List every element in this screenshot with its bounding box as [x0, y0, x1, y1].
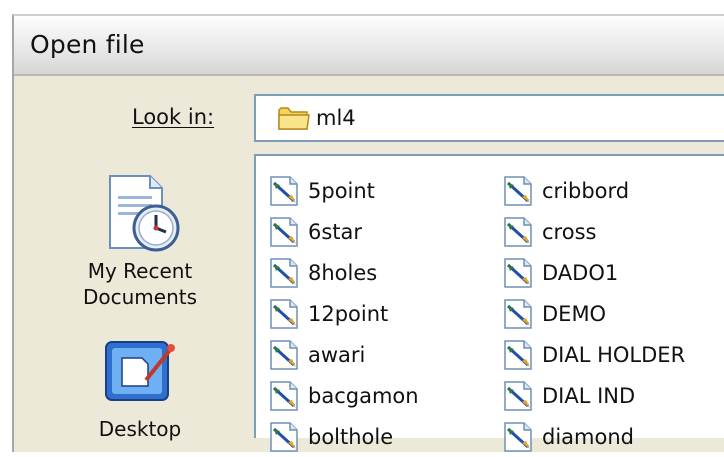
- file-name: 6star: [308, 219, 363, 244]
- dialog-title: Open file: [30, 30, 145, 59]
- file-name: DEMO: [542, 301, 607, 326]
- drawing-file-icon: [270, 339, 298, 370]
- drawing-file-icon: [504, 421, 532, 452]
- file-item[interactable]: bolthole: [268, 416, 419, 457]
- places-bar: My Recent Documents Desktop: [60, 160, 220, 441]
- folder-icon: [278, 107, 310, 130]
- file-item[interactable]: DIAL HOLDER: [502, 334, 685, 375]
- file-item[interactable]: DADO1: [502, 252, 685, 293]
- drawing-file-icon: [504, 175, 532, 206]
- file-name: 8holes: [308, 260, 378, 285]
- file-name: diamond: [542, 424, 634, 449]
- drawing-file-icon: [270, 216, 298, 247]
- file-item[interactable]: DIAL IND: [502, 375, 685, 416]
- file-name: 12point: [308, 301, 389, 326]
- drawing-file-icon: [504, 339, 532, 370]
- file-item[interactable]: cross: [502, 211, 685, 252]
- drawing-file-icon: [270, 298, 298, 329]
- file-item[interactable]: diamond: [502, 416, 685, 457]
- file-name: DADO1: [542, 260, 619, 285]
- drawing-file-icon: [270, 175, 298, 206]
- drawing-file-icon: [270, 380, 298, 411]
- drawing-file-icon: [504, 298, 532, 329]
- file-item[interactable]: awari: [268, 334, 419, 375]
- title-bar[interactable]: Open file: [14, 16, 724, 76]
- look-in-dropdown[interactable]: ml4: [254, 94, 724, 142]
- file-name: bolthole: [308, 424, 394, 449]
- look-in-label: Look in:: [132, 105, 215, 129]
- file-list[interactable]: 5point 6star 8holes 12point awari bacgam…: [254, 154, 724, 452]
- file-name: DIAL IND: [542, 383, 636, 408]
- file-name: cribbord: [542, 178, 630, 203]
- drawing-file-icon: [504, 380, 532, 411]
- desktop-icon: [105, 341, 175, 401]
- drawing-file-icon: [504, 216, 532, 247]
- drawing-file-icon: [504, 257, 532, 288]
- file-item[interactable]: bacgamon: [268, 375, 419, 416]
- drawing-file-icon: [270, 421, 298, 452]
- file-item[interactable]: cribbord: [502, 170, 685, 211]
- file-item[interactable]: 6star: [268, 211, 419, 252]
- file-item[interactable]: 8holes: [268, 252, 419, 293]
- open-file-dialog: Open file Look in: ml4 My Recent Documen…: [12, 14, 724, 452]
- place-desktop[interactable]: Desktop: [60, 332, 220, 442]
- file-name: bacgamon: [308, 383, 419, 408]
- file-name: DIAL HOLDER: [542, 342, 686, 367]
- place-label-recent: My Recent Documents: [82, 259, 198, 309]
- file-name: cross: [542, 219, 597, 244]
- file-column-2: cribbord cross DADO1 DEMO DIAL HOLDER DI…: [502, 170, 685, 457]
- recent-documents-icon: [109, 175, 180, 252]
- file-name: 5point: [308, 178, 375, 203]
- place-label-desktop: Desktop: [98, 417, 182, 441]
- place-my-recent-documents[interactable]: My Recent Documents: [60, 160, 220, 320]
- file-item[interactable]: DEMO: [502, 293, 685, 334]
- file-item[interactable]: 5point: [268, 170, 419, 211]
- look-in-value: ml4: [316, 106, 356, 130]
- file-column-1: 5point 6star 8holes 12point awari bacgam…: [268, 170, 419, 457]
- file-item[interactable]: 12point: [268, 293, 419, 334]
- drawing-file-icon: [270, 257, 298, 288]
- file-name: awari: [308, 342, 366, 367]
